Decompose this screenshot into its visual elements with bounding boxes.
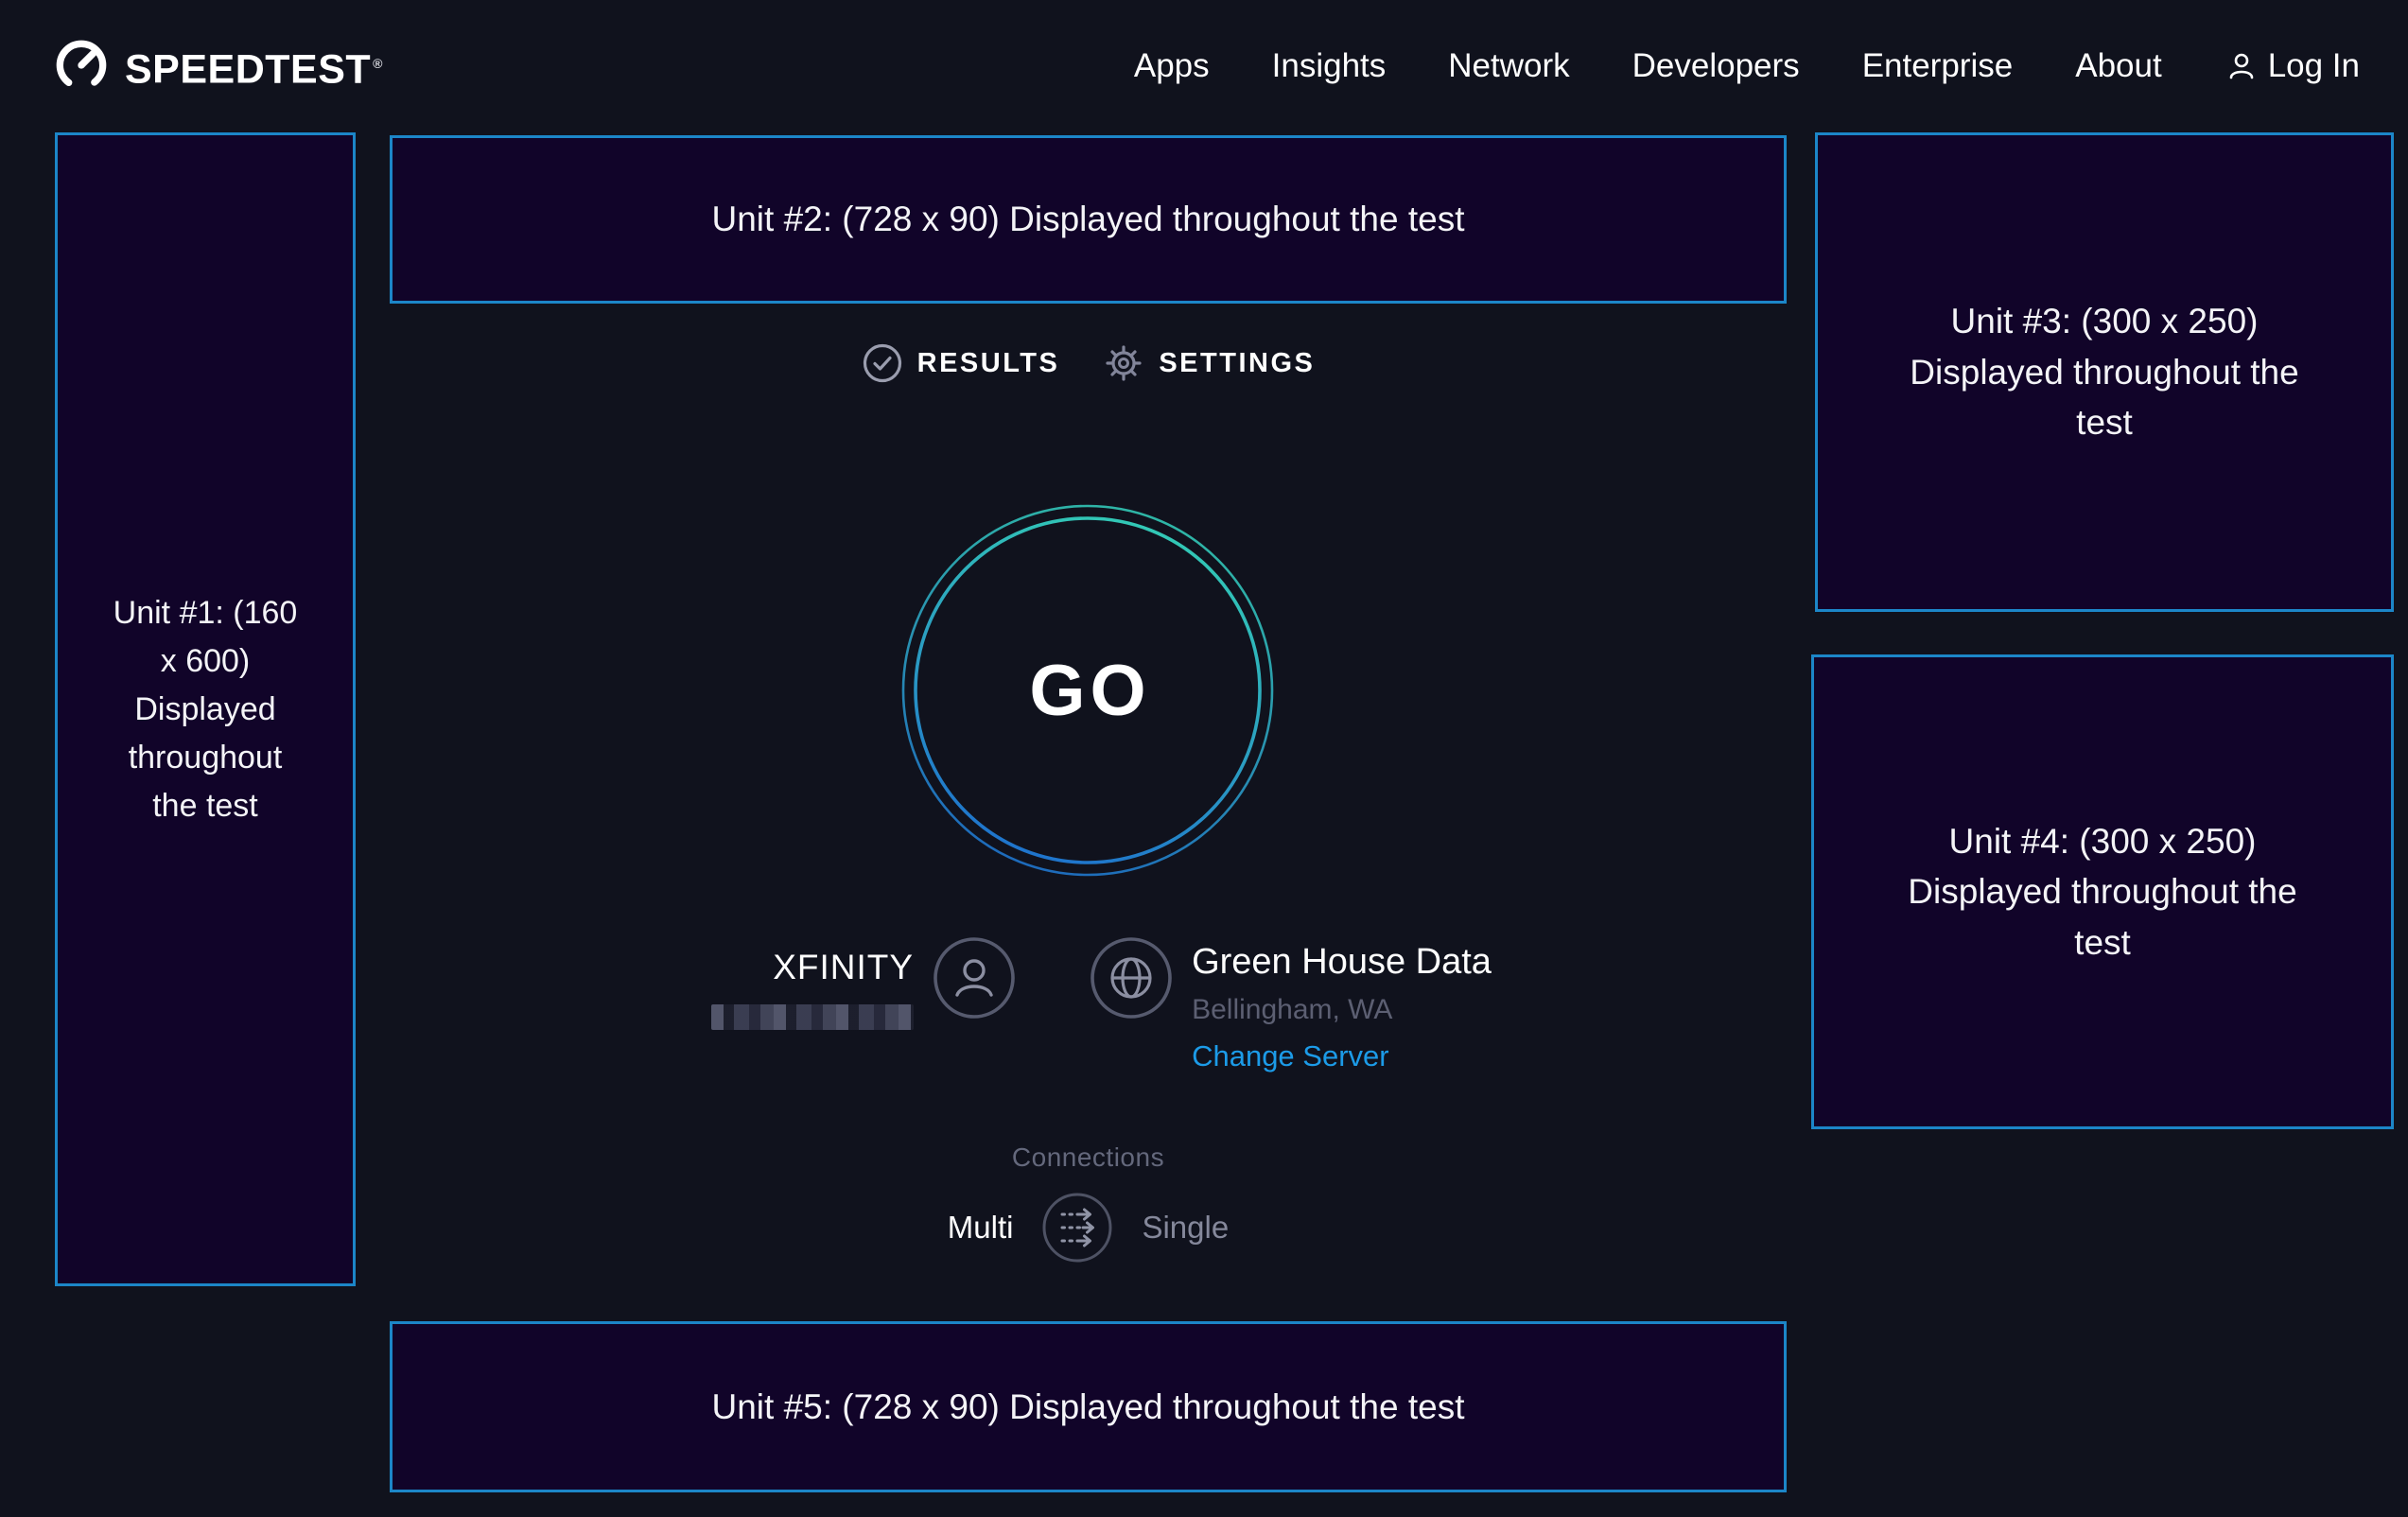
go-button[interactable]: GO <box>900 503 1275 878</box>
login-button[interactable]: Log In <box>2225 47 2360 85</box>
isp-address-redacted <box>711 1004 914 1030</box>
server-globe-icon <box>1090 936 1173 1020</box>
results-settings-tabs: RESULTS SETTINGS <box>390 342 1787 384</box>
isp-block: XFINITY <box>685 934 914 1030</box>
server-name: Green House Data <box>1192 942 1492 983</box>
isp-user-icon <box>933 936 1016 1020</box>
change-server-link[interactable]: Change Server <box>1192 1039 1389 1073</box>
speedtest-logo[interactable]: SPEEDTEST® <box>51 33 383 99</box>
main-nav: Apps Insights Network Developers Enterpr… <box>1134 47 2360 85</box>
connection-info-row: XFINITY Green House Data Bellingham, WA … <box>390 934 1787 1073</box>
ad-unit-1-text: Unit #1: (160 x 600) Displayed throughou… <box>105 589 305 830</box>
speedometer-icon <box>51 35 112 96</box>
ad-unit-4-rectangle[interactable]: Unit #4: (300 x 250) Displayed throughou… <box>1811 654 2394 1129</box>
tab-settings[interactable]: SETTINGS <box>1103 342 1315 384</box>
top-nav-bar: SPEEDTEST® Apps Insights Network Develop… <box>0 0 2408 132</box>
check-circle-icon <box>862 342 903 384</box>
user-icon <box>2225 49 2259 83</box>
ad-unit-3-text: Unit #3: (300 x 250) Displayed throughou… <box>1891 296 2318 448</box>
connections-option-single[interactable]: Single <box>1142 1210 1229 1246</box>
ad-unit-4-text: Unit #4: (300 x 250) Displayed throughou… <box>1889 816 2316 968</box>
logo-text: SPEEDTEST® <box>125 33 383 99</box>
ad-unit-3-rectangle[interactable]: Unit #3: (300 x 250) Displayed throughou… <box>1815 132 2394 612</box>
tab-settings-label: SETTINGS <box>1159 348 1315 379</box>
nav-item-developers[interactable]: Developers <box>1632 47 1800 85</box>
connections-section: Connections Multi Single <box>390 1142 1787 1264</box>
connections-label: Connections <box>390 1142 1787 1173</box>
server-block: Green House Data Bellingham, WA Change S… <box>1192 934 1492 1073</box>
tab-results[interactable]: RESULTS <box>862 342 1060 384</box>
login-label: Log In <box>2268 47 2360 85</box>
nav-item-about[interactable]: About <box>2075 47 2161 85</box>
trademark-mark: ® <box>373 56 383 71</box>
nav-item-insights[interactable]: Insights <box>1272 47 1387 85</box>
connections-toggle-row: Multi Single <box>390 1192 1787 1264</box>
ad-unit-5-leaderboard[interactable]: Unit #5: (728 x 90) Displayed throughout… <box>390 1321 1787 1492</box>
connections-mode-toggle[interactable] <box>1041 1192 1113 1264</box>
multi-connection-arrows-icon <box>1041 1192 1113 1264</box>
ad-unit-5-text: Unit #5: (728 x 90) Displayed throughout… <box>712 1382 1465 1433</box>
go-button-label: GO <box>900 503 1275 878</box>
nav-item-enterprise[interactable]: Enterprise <box>1862 47 2014 85</box>
gear-icon <box>1103 342 1144 384</box>
tab-results-label: RESULTS <box>917 348 1060 379</box>
ad-unit-1-skyscraper[interactable]: Unit #1: (160 x 600) Displayed throughou… <box>55 132 356 1286</box>
isp-name: XFINITY <box>685 948 914 987</box>
nav-item-network[interactable]: Network <box>1448 47 1569 85</box>
ad-unit-2-leaderboard[interactable]: Unit #2: (728 x 90) Displayed throughout… <box>390 135 1787 304</box>
server-location: Bellingham, WA <box>1192 994 1492 1026</box>
ad-unit-2-text: Unit #2: (728 x 90) Displayed throughout… <box>712 194 1465 245</box>
connections-option-multi[interactable]: Multi <box>948 1210 1014 1246</box>
nav-item-apps[interactable]: Apps <box>1134 47 1210 85</box>
